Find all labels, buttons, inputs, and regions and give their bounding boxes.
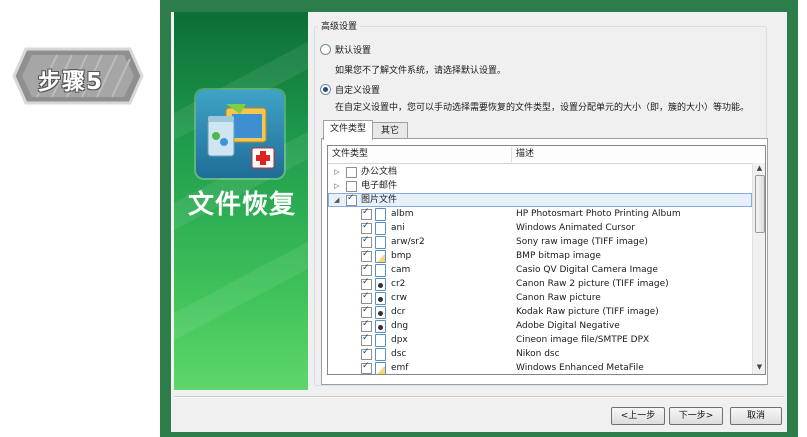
- item-name: dcr: [391, 307, 406, 317]
- collapse-arrow-icon[interactable]: ◢: [334, 195, 342, 205]
- item-name: dsc: [391, 349, 407, 359]
- item-desc: Adobe Digital Negative: [516, 321, 620, 331]
- scroll-up-icon[interactable]: ▲: [755, 164, 764, 173]
- list-header: 文件类型 描述: [328, 146, 765, 164]
- category-row-office[interactable]: ▷ 办公文档: [328, 165, 752, 179]
- item-name: dpx: [391, 335, 408, 345]
- item-desc: Windows Enhanced MetaFile: [516, 363, 644, 373]
- item-checkbox[interactable]: [361, 333, 372, 346]
- list-item[interactable]: dsc Nikon dsc: [328, 347, 752, 361]
- scroll-thumb[interactable]: [755, 175, 765, 233]
- camera-file-icon: [375, 292, 386, 305]
- item-name: dng: [391, 321, 409, 331]
- item-checkbox[interactable]: [361, 235, 372, 248]
- list-item[interactable]: ani Windows Animated Cursor: [328, 221, 752, 235]
- vertical-scrollbar[interactable]: ▲ ▼: [752, 163, 765, 374]
- camera-file-icon: [375, 306, 386, 319]
- item-desc: Windows Animated Cursor: [516, 223, 635, 233]
- item-checkbox[interactable]: [361, 207, 372, 220]
- next-button[interactable]: 下一步>: [669, 407, 723, 425]
- category-checkbox[interactable]: [346, 193, 357, 206]
- file-recovery-icon: [196, 90, 284, 178]
- item-name: albm: [391, 209, 414, 219]
- item-desc: Cineon image file/SMTPE DPX: [516, 335, 650, 345]
- list-item[interactable]: bmp BMP bitmap image: [328, 249, 752, 263]
- item-checkbox[interactable]: [361, 361, 372, 374]
- item-desc: Kodak Raw picture (TIFF image): [516, 307, 659, 317]
- footer-divider: [174, 396, 784, 398]
- list-item[interactable]: cr2 Canon Raw 2 picture (TIFF image): [328, 277, 752, 291]
- item-checkbox[interactable]: [361, 319, 372, 332]
- camera-file-icon: [375, 278, 386, 291]
- item-name: arw/sr2: [391, 237, 425, 247]
- item-desc: Canon Raw 2 picture (TIFF image): [516, 279, 669, 289]
- step-label: 步骤5: [38, 69, 104, 95]
- item-checkbox[interactable]: [361, 249, 372, 262]
- item-name: cam: [391, 265, 411, 275]
- default-settings-radio[interactable]: [320, 44, 331, 55]
- banner-title: 文件恢复: [187, 190, 296, 220]
- item-name: emf: [391, 363, 409, 373]
- default-settings-desc: 如果您不了解文件系统，请选择默认设置。: [335, 66, 507, 76]
- document-icon: [375, 236, 386, 249]
- item-desc: BMP bitmap image: [516, 251, 601, 261]
- document-icon: [375, 222, 386, 235]
- tab-file-types[interactable]: 文件类型: [323, 120, 373, 140]
- category-checkbox[interactable]: [346, 167, 357, 178]
- document-icon: [375, 348, 386, 361]
- category-row-images[interactable]: ◢ 图片文件: [328, 193, 752, 207]
- item-checkbox[interactable]: [361, 263, 372, 276]
- camera-file-icon: [375, 320, 386, 333]
- list-item[interactable]: albm HP Photosmart Photo Printing Album: [328, 207, 752, 221]
- list-item[interactable]: arw/sr2 Sony raw image (TIFF image): [328, 235, 752, 249]
- expand-arrow-icon[interactable]: ▷: [334, 167, 342, 177]
- custom-settings-label[interactable]: 自定义设置: [335, 83, 380, 96]
- list-item[interactable]: emf Windows Enhanced MetaFile: [328, 361, 752, 374]
- item-name: crw: [391, 293, 408, 303]
- item-name: cr2: [391, 279, 406, 289]
- list-item[interactable]: cam Casio QV Digital Camera Image: [328, 263, 752, 277]
- item-checkbox[interactable]: [361, 347, 372, 360]
- item-desc: Canon Raw picture: [516, 293, 601, 303]
- item-desc: Casio QV Digital Camera Image: [516, 265, 658, 275]
- item-desc: HP Photosmart Photo Printing Album: [516, 209, 681, 219]
- column-header-desc[interactable]: 描述: [512, 146, 746, 163]
- image-icon: [375, 250, 386, 263]
- document-icon: [375, 334, 386, 347]
- scroll-down-icon[interactable]: ▼: [755, 363, 764, 372]
- category-label: 电子邮件: [361, 181, 398, 191]
- category-row-email[interactable]: ▷ 电子邮件: [328, 179, 752, 193]
- item-checkbox[interactable]: [361, 277, 372, 290]
- column-header-type[interactable]: 文件类型: [328, 146, 512, 163]
- group-title: 高级设置: [318, 19, 361, 32]
- custom-settings-desc: 在自定义设置中，您可以手动选择需要恢复的文件类型，设置分配单元的大小（即，簇的大…: [335, 103, 750, 113]
- tab-other[interactable]: 其它: [372, 122, 408, 139]
- default-settings-label[interactable]: 默认设置: [335, 43, 371, 56]
- image-icon: [375, 362, 386, 374]
- list-item[interactable]: crw Canon Raw picture: [328, 291, 752, 305]
- category-label: 办公文档: [361, 167, 398, 177]
- category-label: 图片文件: [361, 195, 398, 205]
- category-checkbox[interactable]: [346, 181, 357, 192]
- custom-settings-radio[interactable]: [320, 84, 331, 95]
- item-desc: Sony raw image (TIFF image): [516, 237, 648, 247]
- list-item[interactable]: dpx Cineon image file/SMTPE DPX: [328, 333, 752, 347]
- item-name: ani: [391, 223, 405, 233]
- back-button[interactable]: <上一步: [611, 407, 665, 425]
- item-checkbox[interactable]: [361, 305, 372, 318]
- item-desc: Nikon dsc: [516, 349, 560, 359]
- list-item[interactable]: dng Adobe Digital Negative: [328, 319, 752, 333]
- item-checkbox[interactable]: [361, 291, 372, 304]
- item-checkbox[interactable]: [361, 221, 372, 234]
- cancel-button[interactable]: 取消: [730, 407, 782, 425]
- list-item[interactable]: dcr Kodak Raw picture (TIFF image): [328, 305, 752, 319]
- document-icon: [375, 264, 386, 277]
- item-name: bmp: [391, 251, 412, 261]
- expand-arrow-icon[interactable]: ▷: [334, 181, 342, 191]
- file-type-list[interactable]: 文件类型 描述 ▷ 办公文档 ▷ 电子邮件 ◢ 图片文件 albm HP Pho…: [327, 145, 766, 375]
- document-icon: [375, 208, 386, 221]
